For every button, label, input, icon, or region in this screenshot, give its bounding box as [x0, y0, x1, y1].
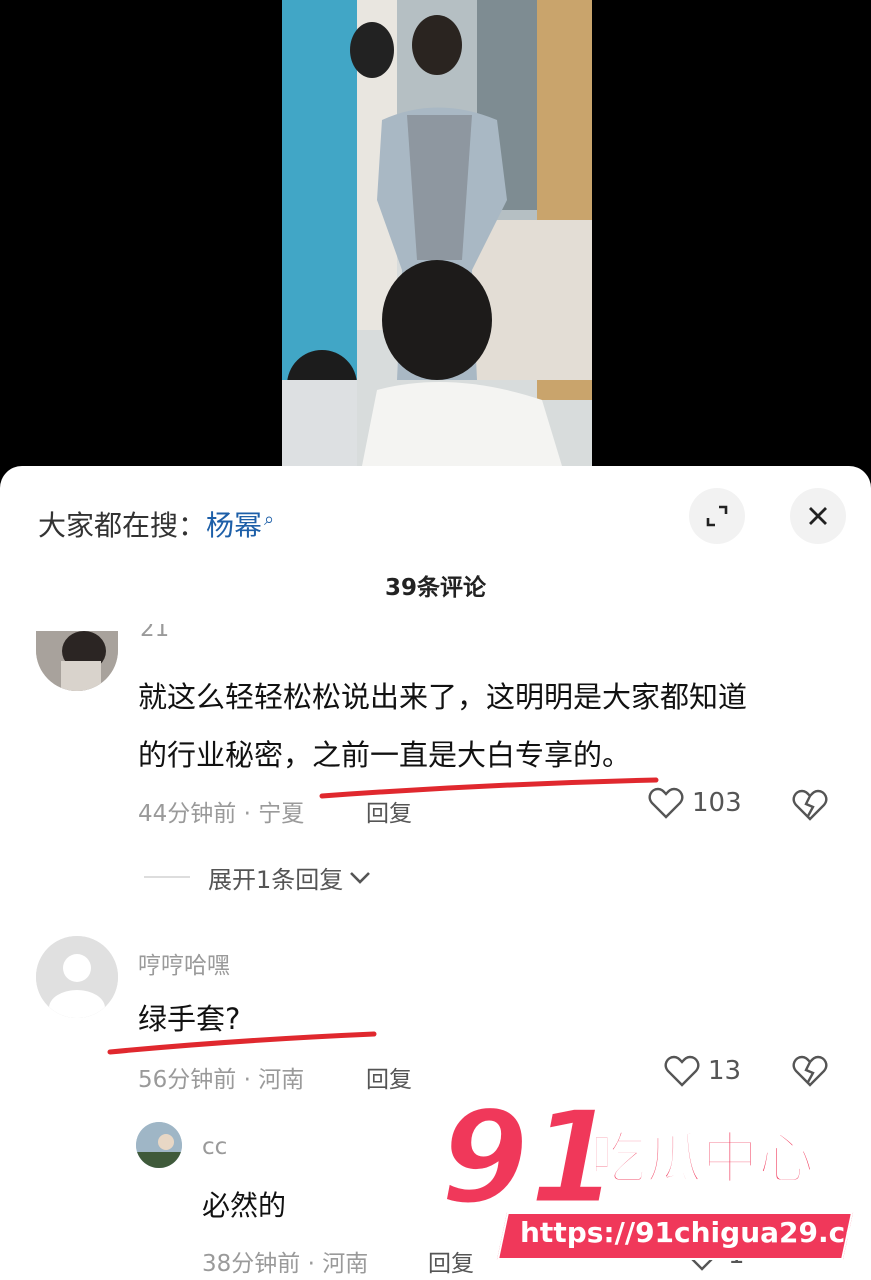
comment-author[interactable]: 哼哼哈嘿	[138, 946, 230, 980]
like-count: 103	[692, 788, 742, 818]
default-avatar-icon	[36, 936, 118, 1018]
expand-button[interactable]	[689, 488, 745, 544]
video-frame	[282, 0, 592, 466]
close-icon	[809, 507, 827, 525]
video-still-image	[282, 0, 592, 466]
avatar-image	[36, 631, 118, 691]
reply-author[interactable]: cc	[202, 1134, 227, 1160]
expand-icon	[706, 505, 728, 527]
video-player[interactable]	[0, 0, 871, 466]
reply-time-location: 38分钟前 · 河南	[202, 1251, 369, 1277]
heart-icon	[648, 787, 684, 819]
heart-icon	[664, 1055, 700, 1087]
chevron-down-icon	[350, 871, 371, 884]
dislike-button[interactable]	[792, 1054, 828, 1092]
broken-heart-icon	[792, 789, 828, 821]
expand-replies-label: 展开1条回复	[208, 866, 344, 894]
avatar[interactable]	[36, 936, 118, 1018]
avatar-image	[136, 1122, 182, 1168]
like-button[interactable]: 103	[648, 786, 742, 820]
reply-text: 必然的	[202, 1189, 287, 1222]
red-underline-annotation	[107, 1031, 377, 1055]
comment-text: 就这么轻轻松松说出来了，这明明是大家都知道 的行业秘密，之前一直是大白专享的。	[138, 668, 747, 784]
comment-author[interactable]: 21	[140, 624, 169, 638]
watermark-url: https://91chigua29.com	[520, 1216, 871, 1249]
comment-time-location: 56分钟前 · 河南	[138, 1067, 305, 1093]
comment-time-location: 44分钟前 · 宁夏	[138, 801, 305, 827]
watermark-brand: 吃瓜中心	[589, 1126, 815, 1193]
like-count: 13	[708, 1056, 742, 1086]
trending-search[interactable]: 大家都在搜：杨幂 ⌕	[38, 504, 274, 544]
reply-button[interactable]: 回复	[366, 1060, 412, 1094]
comment-text-line: 就这么轻轻松松说出来了，这明明是大家都知道	[138, 680, 748, 714]
avatar[interactable]	[36, 631, 118, 691]
watermark-logo: 91 吃瓜中心 https://91chigua29.com	[438, 1092, 871, 1264]
like-button[interactable]: 13	[664, 1054, 741, 1088]
divider	[144, 876, 190, 878]
search-term-link[interactable]: 杨幂	[206, 509, 262, 542]
search-prefix: 大家都在搜：	[38, 509, 207, 542]
avatar[interactable]	[136, 1122, 182, 1168]
comment-count: 39条评论	[384, 575, 486, 601]
comment-sheet: 大家都在搜：杨幂 ⌕ 39条评论 21 就这么轻轻松松说出来了，这明明是大家都知道…	[0, 466, 871, 1280]
reply-button[interactable]: 回复	[366, 794, 412, 828]
dislike-button[interactable]	[792, 788, 828, 826]
close-button[interactable]	[790, 488, 846, 544]
search-icon: ⌕	[264, 508, 275, 530]
broken-heart-icon	[792, 1055, 828, 1087]
expand-replies-button[interactable]: 展开1条回复	[208, 860, 371, 895]
